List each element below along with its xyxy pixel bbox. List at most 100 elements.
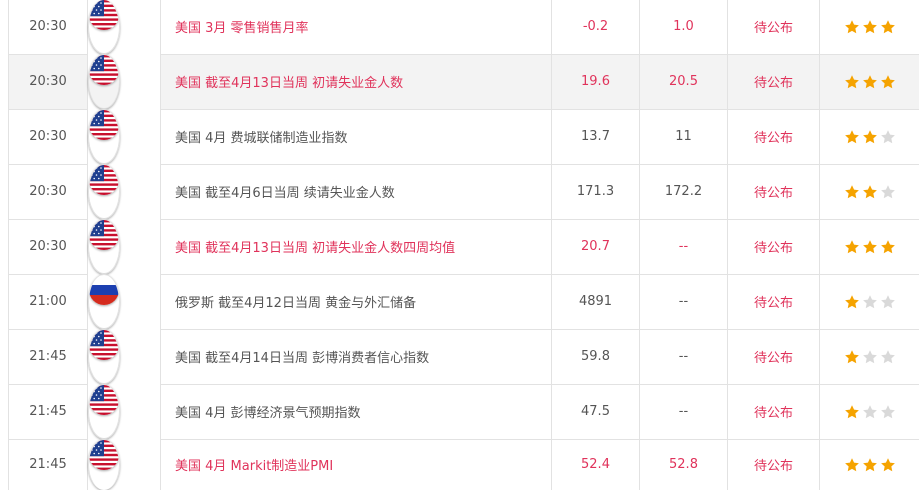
table-row[interactable]: 20:30 美国 3月 零售销售月率-0.21.0待公布 xyxy=(9,0,919,54)
time-cell: 20:30 xyxy=(9,109,88,164)
actual-status-cell: 待公布 xyxy=(728,164,820,219)
star-filled-icon xyxy=(862,74,878,90)
event-cell: 美国 截至4月13日当周 初请失业金人数四周均值 xyxy=(161,219,552,274)
time-cell: 21:45 xyxy=(9,384,88,439)
forecast-value-cell: 1.0 xyxy=(640,0,728,54)
event-cell: 美国 4月 Markit制造业PMI xyxy=(161,439,552,490)
time-cell: 20:30 xyxy=(9,164,88,219)
time-cell: 21:45 xyxy=(9,329,88,384)
star-filled-icon xyxy=(844,239,860,255)
economic-calendar-table: 20:30 美国 3月 零售销售月率-0.21.0待公布20:30 美国 截至4… xyxy=(8,0,919,490)
table-row[interactable]: 20:30 美国 截至4月6日当周 续请失业金人数171.3172.2待公布 xyxy=(9,164,919,219)
star-empty-icon xyxy=(880,294,896,310)
actual-status-cell: 待公布 xyxy=(728,329,820,384)
event-cell: 美国 3月 零售销售月率 xyxy=(161,0,552,54)
star-filled-icon xyxy=(844,19,860,35)
importance-rating xyxy=(843,129,897,145)
event-cell: 美国 4月 彭博经济景气预期指数 xyxy=(161,384,552,439)
star-filled-icon xyxy=(844,184,860,200)
forecast-value-cell: 52.8 xyxy=(640,439,728,490)
table-row[interactable]: 21:45 美国 4月 Markit制造业PMI52.452.8待公布 xyxy=(9,439,919,490)
importance-rating xyxy=(843,184,897,200)
prior-value-cell: 52.4 xyxy=(552,439,640,490)
us-flag-icon xyxy=(89,55,119,85)
actual-status-cell: 待公布 xyxy=(728,109,820,164)
time-cell: 20:30 xyxy=(9,219,88,274)
star-filled-icon xyxy=(844,129,860,145)
forecast-value-cell: 172.2 xyxy=(640,164,728,219)
prior-value-cell: -0.2 xyxy=(552,0,640,54)
us-flag-icon xyxy=(89,0,119,30)
flag-cell xyxy=(88,384,120,439)
us-flag-icon xyxy=(89,440,119,470)
importance-rating xyxy=(843,239,897,255)
flag-cell xyxy=(88,219,120,274)
importance-rating xyxy=(843,19,897,35)
importance-cell xyxy=(820,164,919,219)
forecast-value-cell: -- xyxy=(640,219,728,274)
time-cell: 21:45 xyxy=(9,439,88,490)
us-flag-icon xyxy=(89,165,119,195)
importance-cell xyxy=(820,329,919,384)
time-cell: 21:00 xyxy=(9,274,88,329)
importance-rating xyxy=(843,349,897,365)
prior-value-cell: 19.6 xyxy=(552,54,640,109)
star-filled-icon xyxy=(880,19,896,35)
prior-value-cell: 59.8 xyxy=(552,329,640,384)
actual-status-cell: 待公布 xyxy=(728,384,820,439)
star-empty-icon xyxy=(880,129,896,145)
actual-status-cell: 待公布 xyxy=(728,0,820,54)
prior-value-cell: 13.7 xyxy=(552,109,640,164)
importance-cell xyxy=(820,274,919,329)
flag-cell xyxy=(88,54,120,109)
star-filled-icon xyxy=(880,74,896,90)
forecast-value-cell: 11 xyxy=(640,109,728,164)
star-filled-icon xyxy=(844,457,860,473)
table-row[interactable]: 21:45 美国 截至4月14日当周 彭博消费者信心指数59.8--待公布 xyxy=(9,329,919,384)
table-row[interactable]: 20:30 美国 截至4月13日当周 初请失业金人数四周均值20.7--待公布 xyxy=(9,219,919,274)
flag-cell xyxy=(88,164,120,219)
us-flag-icon xyxy=(89,385,119,415)
star-filled-icon xyxy=(880,239,896,255)
star-filled-icon xyxy=(862,184,878,200)
time-cell: 20:30 xyxy=(9,0,88,54)
flag-cell xyxy=(88,439,120,490)
importance-rating xyxy=(843,294,897,310)
importance-rating xyxy=(843,457,897,473)
flag-cell xyxy=(88,329,120,384)
time-cell: 20:30 xyxy=(9,54,88,109)
us-flag-icon xyxy=(89,110,119,140)
prior-value-cell: 47.5 xyxy=(552,384,640,439)
us-flag-icon xyxy=(89,330,119,360)
event-cell: 俄罗斯 截至4月12日当周 黄金与外汇储备 xyxy=(161,274,552,329)
forecast-value-cell: -- xyxy=(640,274,728,329)
star-empty-icon xyxy=(862,349,878,365)
star-filled-icon xyxy=(880,457,896,473)
star-empty-icon xyxy=(880,404,896,420)
table-row[interactable]: 20:30 美国 截至4月13日当周 初请失业金人数19.620.5待公布 xyxy=(9,54,919,109)
importance-cell xyxy=(820,439,919,490)
importance-rating xyxy=(843,74,897,90)
forecast-value-cell: -- xyxy=(640,384,728,439)
star-filled-icon xyxy=(844,404,860,420)
table-row[interactable]: 21:45 美国 4月 彭博经济景气预期指数47.5--待公布 xyxy=(9,384,919,439)
importance-rating xyxy=(843,404,897,420)
star-empty-icon xyxy=(862,294,878,310)
star-filled-icon xyxy=(862,239,878,255)
prior-value-cell: 4891 xyxy=(552,274,640,329)
star-filled-icon xyxy=(862,129,878,145)
actual-status-cell: 待公布 xyxy=(728,219,820,274)
actual-status-cell: 待公布 xyxy=(728,54,820,109)
event-cell: 美国 4月 费城联储制造业指数 xyxy=(161,109,552,164)
forecast-value-cell: 20.5 xyxy=(640,54,728,109)
flag-cell xyxy=(88,109,120,164)
flag-cell xyxy=(88,0,120,54)
importance-cell xyxy=(820,384,919,439)
prior-value-cell: 171.3 xyxy=(552,164,640,219)
flag-cell xyxy=(88,274,120,329)
star-filled-icon xyxy=(862,19,878,35)
table-row[interactable]: 21:00 俄罗斯 截至4月12日当周 黄金与外汇储备4891--待公布 xyxy=(9,274,919,329)
event-cell: 美国 截至4月14日当周 彭博消费者信心指数 xyxy=(161,329,552,384)
table-row[interactable]: 20:30 美国 4月 费城联储制造业指数13.711待公布 xyxy=(9,109,919,164)
actual-status-cell: 待公布 xyxy=(728,439,820,490)
